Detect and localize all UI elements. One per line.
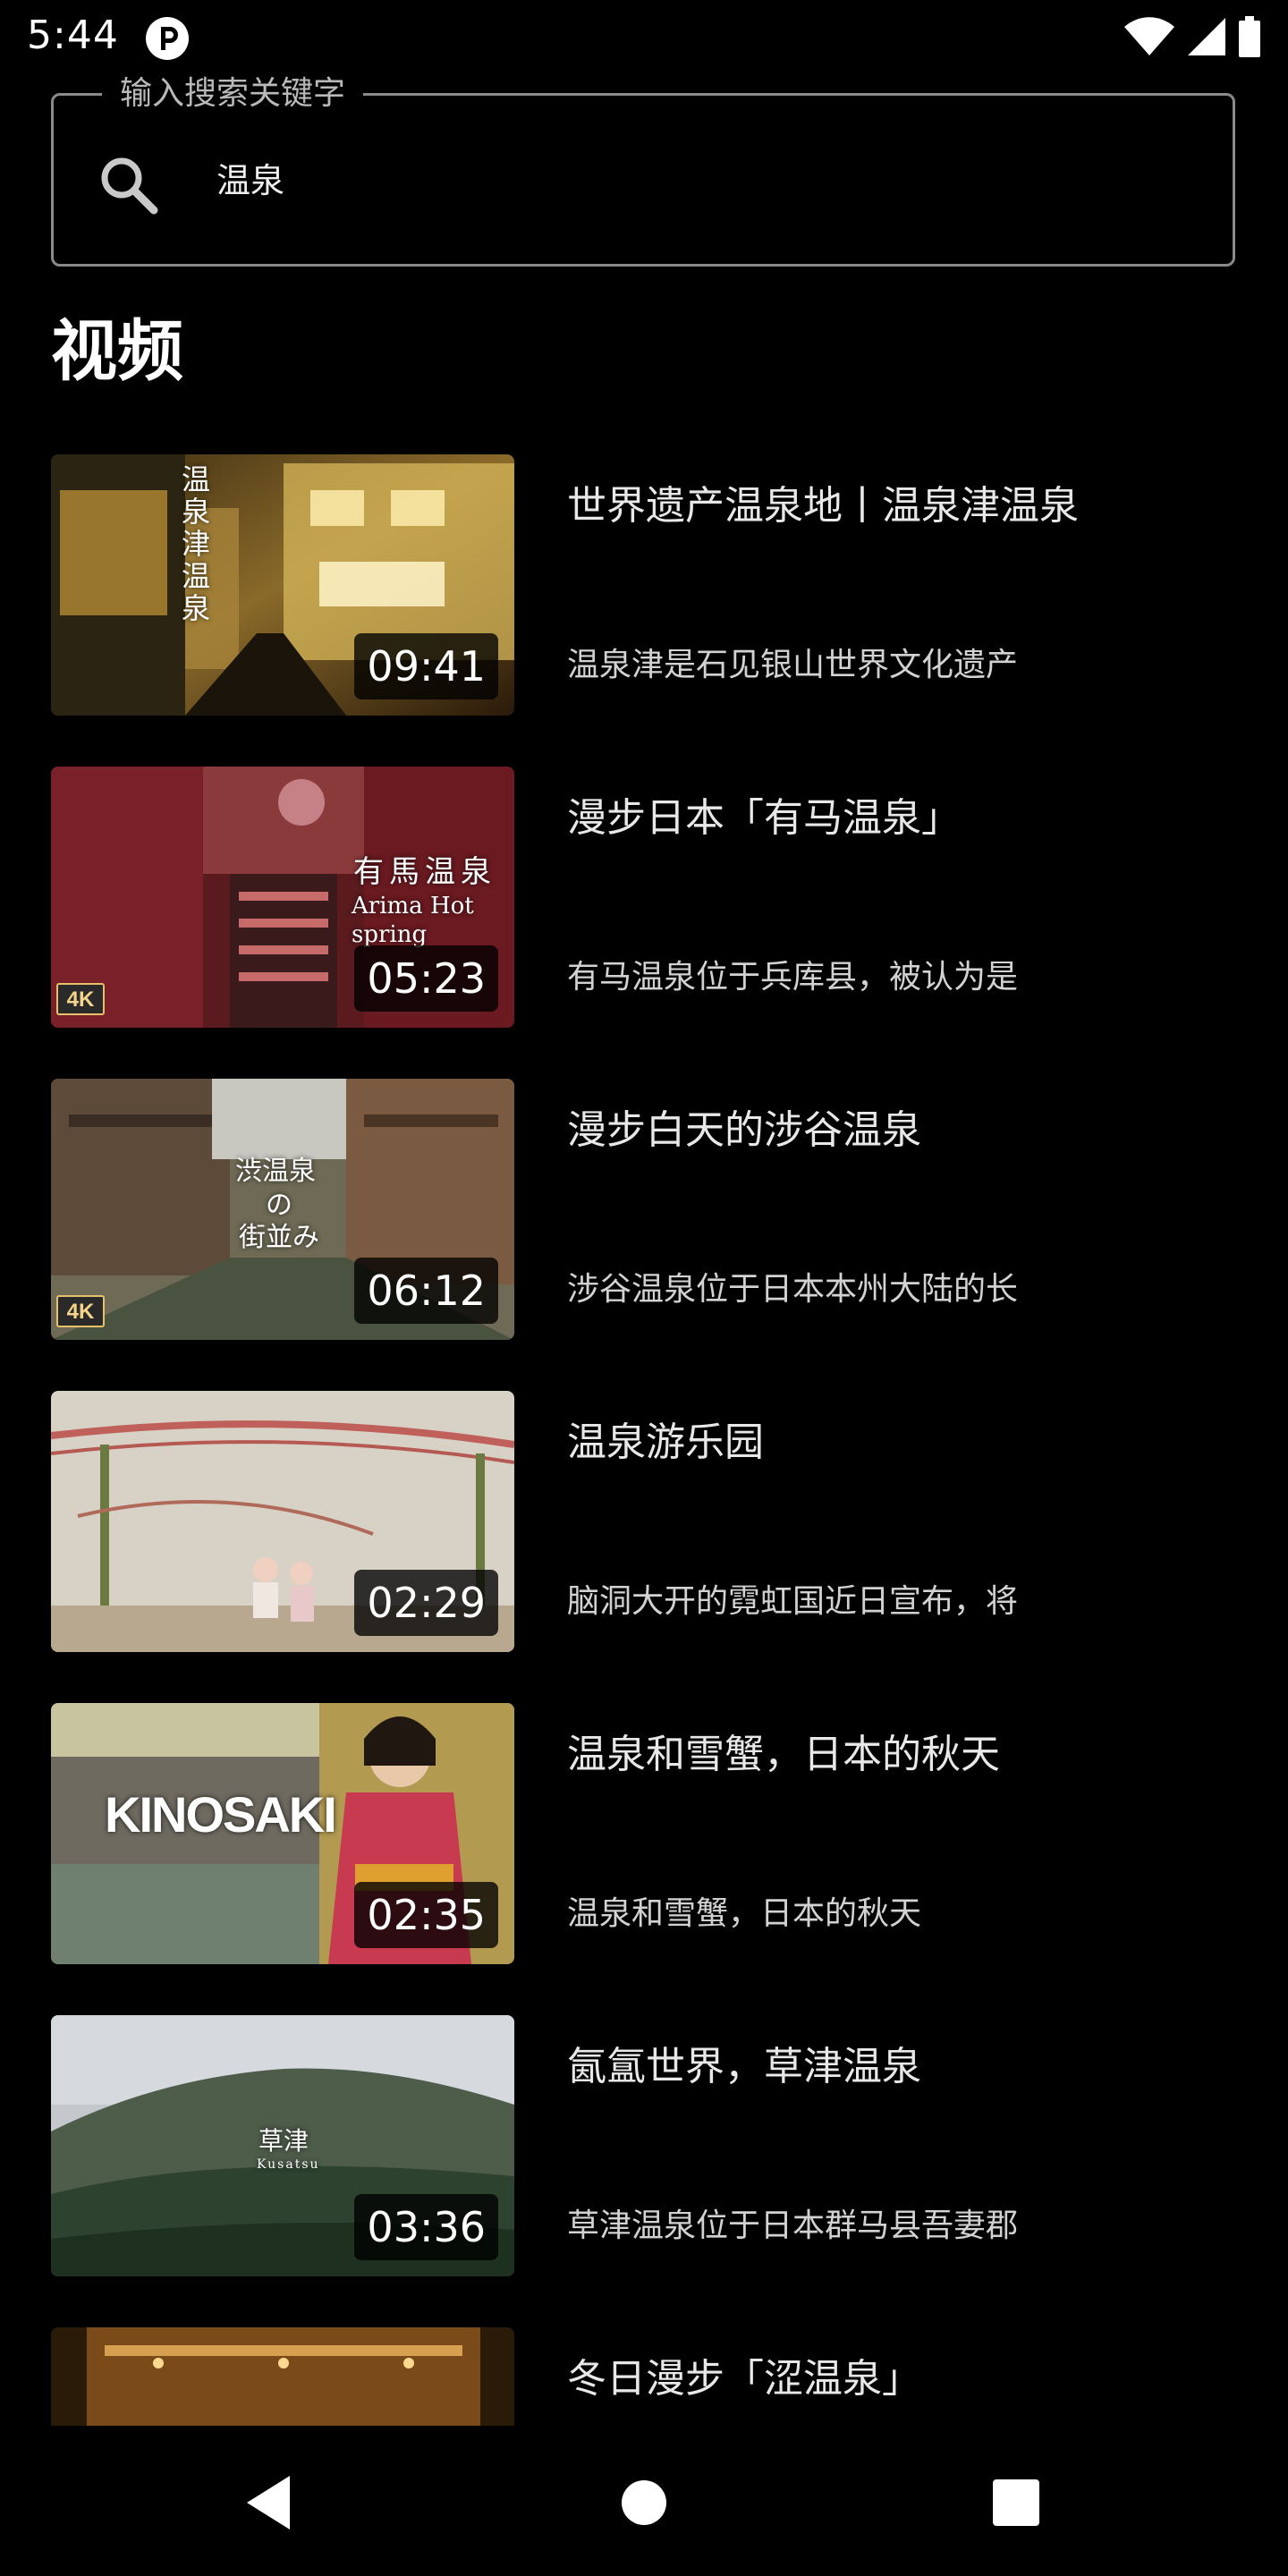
search-input[interactable]: 温泉 <box>216 158 284 203</box>
video-item[interactable]: 草津 Kusatsu 03:36 氤氲世界，草津温泉 草津温泉位于日本群马县吾妻… <box>0 2015 1288 2284</box>
navigation-bar <box>0 2426 1288 2576</box>
duration-badge: 06:12 <box>354 1258 498 1324</box>
status-icons <box>1123 16 1261 61</box>
search-field-label: 输入搜索关键字 <box>102 72 364 115</box>
duration-badge: 02:35 <box>354 1882 498 1948</box>
video-item[interactable]: 02:29 温泉游乐园 脑洞大开的霓虹国近日宣布，将 <box>0 1391 1288 1659</box>
video-item[interactable]: 冬日漫步「涩温泉」 <box>0 2327 1288 2426</box>
status-bar: 5:44 <box>0 0 1288 75</box>
video-description: 脑洞大开的霓虹国近日宣布，将 <box>567 1583 1019 1620</box>
search-icon <box>97 153 159 216</box>
video-item[interactable]: 有馬温泉 Arima Hot spring 4K 05:23 漫步日本「有马温泉… <box>0 767 1288 1035</box>
video-thumbnail[interactable]: KINOSAKI 02:35 <box>51 1703 514 1964</box>
thumbnail-caption: 草津 <box>258 2126 309 2156</box>
home-circle-icon[interactable] <box>608 2467 680 2538</box>
video-thumbnail[interactable]: 温泉津温泉 09:41 <box>51 454 514 716</box>
section-title: 视频 <box>51 313 183 390</box>
video-item[interactable]: 渋温泉 の 街並み 4K 06:12 漫步白天的涉谷温泉 涉谷温泉位于日本本州大… <box>0 1079 1288 1347</box>
video-title[interactable]: 漫步白天的涉谷温泉 <box>567 1106 1247 1156</box>
video-thumbnail[interactable]: 渋温泉 の 街並み 4K 06:12 <box>51 1079 514 1340</box>
cellular-signal-icon <box>1186 16 1227 61</box>
video-description: 有马温泉位于兵库县，被认为是 <box>567 959 1019 996</box>
video-title[interactable]: 世界遗产温泉地丨温泉津温泉 <box>567 481 1247 531</box>
video-description: 温泉津是石见银山世界文化遗产 <box>567 647 1019 683</box>
video-item[interactable]: 温泉津温泉 09:41 世界遗产温泉地丨温泉津温泉 温泉津是石见银山世界文化遗产 <box>0 454 1288 723</box>
thumbnail-caption: 温泉津温泉 <box>181 462 210 625</box>
duration-badge: 05:23 <box>354 945 498 1012</box>
4k-badge: 4K <box>56 1295 105 1327</box>
video-title[interactable]: 冬日漫步「涩温泉」 <box>567 2354 1247 2404</box>
duration-badge: 09:41 <box>354 633 498 699</box>
video-title[interactable]: 温泉和雪蟹，日本的秋天 <box>567 1730 1247 1780</box>
video-thumbnail[interactable] <box>51 2327 514 2426</box>
video-item[interactable]: KINOSAKI 02:35 温泉和雪蟹，日本的秋天 温泉和雪蟹，日本的秋天 <box>0 1703 1288 1971</box>
video-description: 涉谷温泉位于日本本州大陆的长 <box>567 1271 1019 1308</box>
battery-icon <box>1238 16 1261 61</box>
thumbnail-caption: KINOSAKI <box>105 1786 337 1843</box>
search-field[interactable]: 输入搜索关键字 温泉 <box>51 72 1235 267</box>
video-title[interactable]: 温泉游乐园 <box>567 1418 1247 1468</box>
thumbnail-caption: 有馬温泉 <box>353 854 496 890</box>
thumbnail-caption-sub: Arima Hot spring <box>352 893 474 948</box>
4k-badge: 4K <box>56 983 105 1015</box>
video-thumbnail[interactable]: 草津 Kusatsu 03:36 <box>51 2015 514 2276</box>
status-time: 5:44 <box>27 13 119 58</box>
video-thumbnail[interactable]: 有馬温泉 Arima Hot spring 4K 05:23 <box>51 767 514 1028</box>
duration-badge: 02:29 <box>354 1570 498 1636</box>
pocket-p-icon <box>145 16 190 61</box>
thumbnail-caption: 渋温泉 <box>235 1156 316 1187</box>
thumbnail-caption-sub: 街並み <box>239 1222 319 1253</box>
video-list: 温泉津温泉 09:41 世界遗产温泉地丨温泉津温泉 温泉津是石见银山世界文化遗产… <box>0 454 1288 2426</box>
recents-square-icon[interactable] <box>980 2467 1052 2538</box>
video-title[interactable]: 漫步日本「有马温泉」 <box>567 793 1247 843</box>
wifi-icon <box>1123 16 1175 61</box>
video-title[interactable]: 氤氲世界，草津温泉 <box>567 2042 1247 2092</box>
duration-badge: 03:36 <box>354 2194 498 2260</box>
thumbnail-caption-mid: の <box>266 1190 292 1221</box>
video-thumbnail[interactable]: 02:29 <box>51 1391 514 1652</box>
video-description: 温泉和雪蟹，日本的秋天 <box>567 1895 922 1932</box>
video-description: 草津温泉位于日本群马县吾妻郡 <box>567 2207 1019 2244</box>
back-triangle-icon[interactable] <box>234 2467 306 2538</box>
thumbnail-caption-sub: Kusatsu <box>257 2157 320 2172</box>
